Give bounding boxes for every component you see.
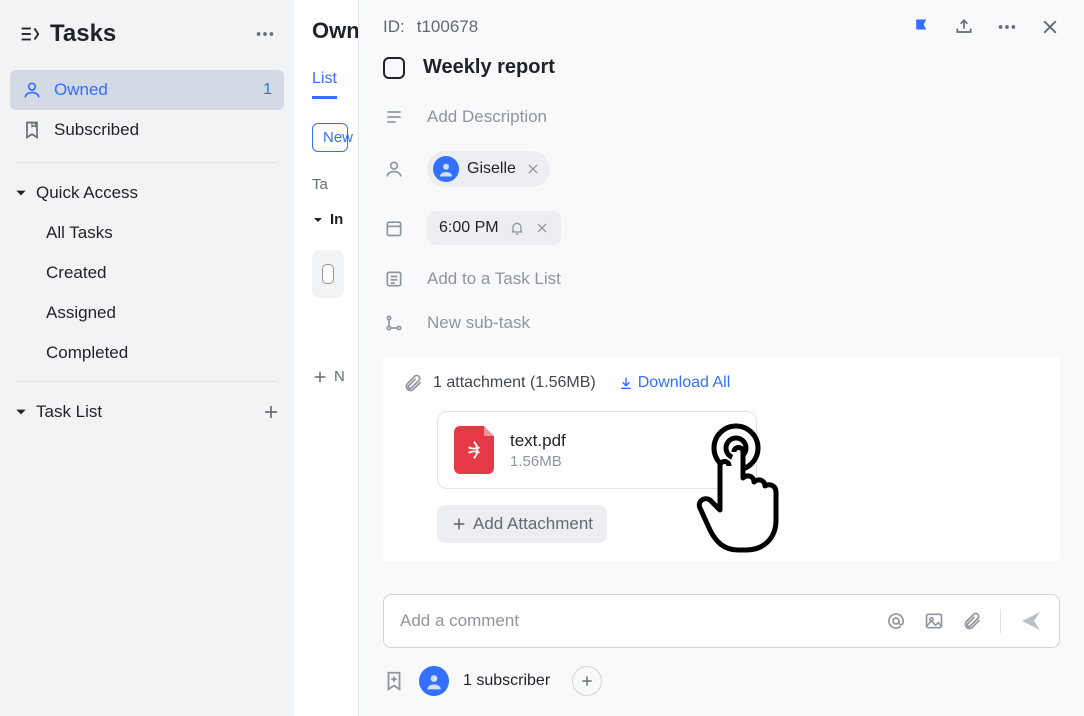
qa-assigned[interactable]: Assigned [0,293,294,333]
chevron-down-icon [14,186,28,200]
task-list-label: Task List [36,402,102,422]
assignee-field: Giselle [383,151,1060,187]
qa-all-tasks[interactable]: All Tasks [0,213,294,253]
qa-completed[interactable]: Completed [0,333,294,373]
subscriber-avatar[interactable] [419,666,449,696]
send-icon[interactable] [1019,609,1043,633]
section-header[interactable]: In [312,211,348,228]
task-list-header[interactable]: Task List [0,392,294,432]
tasklist-placeholder: Add to a Task List [427,269,561,289]
attachment-file[interactable]: text.pdf 1.56MB [437,411,757,489]
sidebar-item-subscribed[interactable]: Subscribed [10,110,284,150]
bookmark-icon [22,120,42,140]
quick-access-label: Quick Access [36,183,138,203]
new-task-button[interactable]: New [312,123,348,152]
sidebar: Tasks Owned 1 Subscribed [0,0,294,716]
main-list-column: Owned List New Ta In N [294,0,358,716]
comment-zone: Add a comment [359,582,1084,716]
new-section-button[interactable]: N [312,368,348,385]
divider [16,381,278,382]
file-size: 1.56MB [510,453,566,470]
description-placeholder: Add Description [427,107,547,127]
qa-created[interactable]: Created [0,253,294,293]
attachment-summary: 1 attachment (1.56MB) [433,374,596,392]
paperclip-icon [403,373,423,393]
person-icon [22,80,42,100]
due-time-field: 6:00 PM [383,211,1060,245]
file-name: text.pdf [510,431,566,451]
time-chip[interactable]: 6:00 PM [427,211,561,245]
subtask-icon [383,313,405,333]
complete-checkbox[interactable] [383,57,405,79]
task-id: ID: t100678 [383,17,478,37]
sidebar-item-badge: 1 [263,81,272,99]
close-icon[interactable] [1040,17,1060,37]
time-value: 6:00 PM [439,219,499,237]
click-indicator-icon [696,418,806,558]
subscribe-icon[interactable] [383,670,405,692]
bell-icon[interactable] [509,220,525,236]
task-list-field[interactable]: Add to a Task List [383,269,1060,289]
tasklist-icon [383,269,405,289]
task-id-value: t100678 [417,17,478,37]
subscriber-count: 1 subscriber [463,672,550,690]
attach-icon[interactable] [962,611,982,631]
add-task-list-button[interactable] [262,403,280,421]
column-header: Ta [312,176,348,193]
task-id-label: ID: [383,17,405,37]
quick-access-header[interactable]: Quick Access [0,173,294,213]
add-attachment-button[interactable]: Add Attachment [437,505,607,543]
sidebar-item-label: Owned [54,80,108,100]
subtask-placeholder: New sub-task [427,313,530,333]
download-all-link[interactable]: Download All [618,374,731,392]
pdf-icon [454,426,494,474]
share-icon[interactable] [954,17,974,37]
avatar [433,156,459,182]
task-row[interactable] [312,250,344,298]
remove-assignee-icon[interactable] [526,162,540,176]
add-subscriber-button[interactable] [572,666,602,696]
task-title[interactable]: Weekly report [423,56,555,79]
chevron-down-icon [14,405,28,419]
divider [16,162,278,163]
mention-icon[interactable] [886,611,906,631]
new-task-label: New [323,129,353,146]
sidebar-item-owned[interactable]: Owned 1 [10,70,284,110]
calendar-icon [383,218,405,238]
task-detail-panel: ID: t100678 Weekly r [358,0,1084,716]
sidebar-more-icon[interactable] [254,23,276,45]
more-icon[interactable] [996,16,1018,38]
tasks-panel-icon[interactable] [18,23,40,45]
flag-button[interactable] [912,17,932,37]
tab-list[interactable]: List [312,70,337,99]
main-title: Owned [312,18,348,44]
sidebar-title: Tasks [50,20,116,48]
comment-placeholder: Add a comment [400,611,519,631]
task-checkbox[interactable] [322,264,334,284]
clear-time-icon[interactable] [535,221,549,235]
sidebar-header: Tasks [0,0,294,66]
description-field[interactable]: Add Description [383,107,1060,127]
person-icon [383,159,405,179]
image-icon[interactable] [924,611,944,631]
assignee-name: Giselle [467,160,516,178]
divider [1000,609,1001,633]
assignee-chip[interactable]: Giselle [427,151,550,187]
sidebar-item-label: Subscribed [54,120,139,140]
comment-input[interactable]: Add a comment [383,594,1060,648]
attachment-section: 1 attachment (1.56MB) Download All text.… [383,357,1060,561]
subtask-field[interactable]: New sub-task [383,313,1060,333]
description-icon [383,107,405,127]
